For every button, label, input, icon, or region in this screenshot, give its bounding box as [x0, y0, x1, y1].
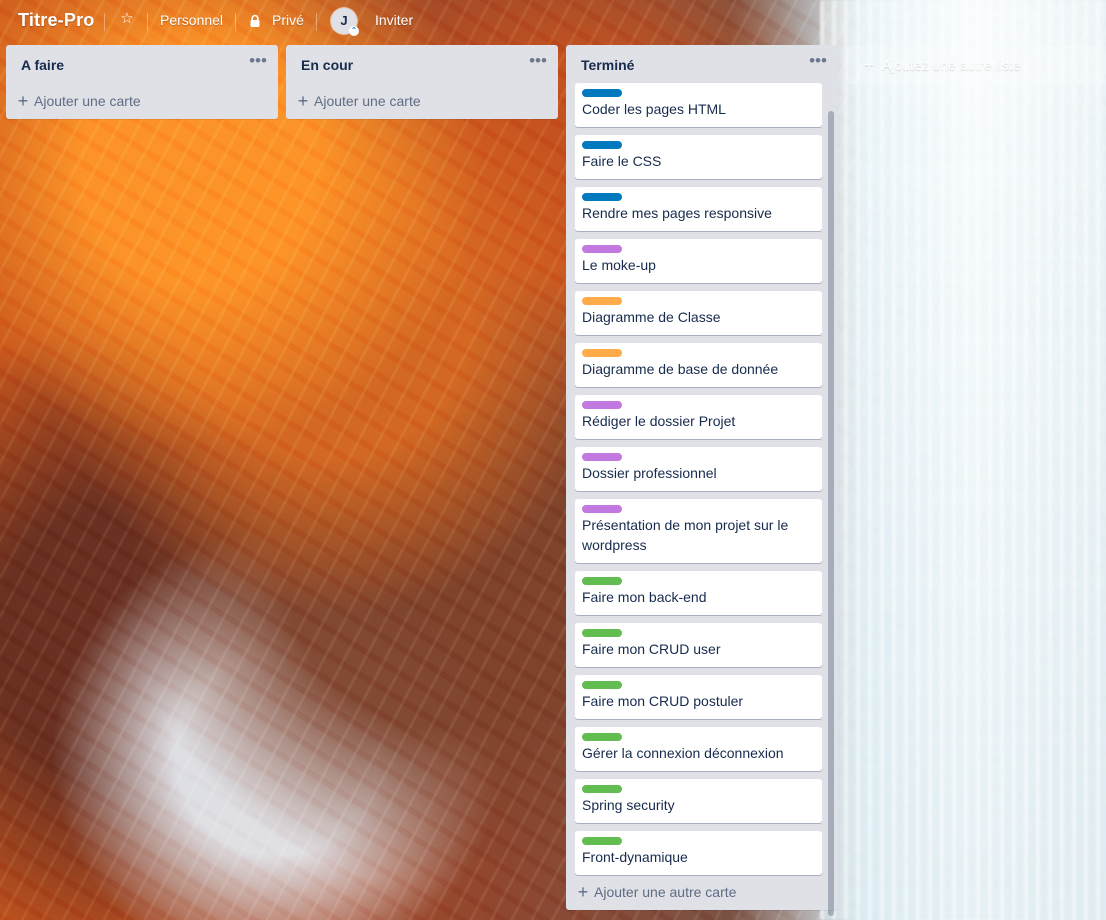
- plus-icon: +: [297, 91, 309, 111]
- card-title: Le moke-up: [582, 257, 656, 273]
- card[interactable]: Coder les pages HTML: [575, 83, 822, 127]
- list-menu-icon[interactable]: •••: [808, 52, 828, 70]
- list-title[interactable]: Terminé: [581, 57, 634, 73]
- add-card-button[interactable]: + Ajouter une carte: [296, 92, 421, 110]
- plus-icon: +: [863, 54, 875, 75]
- list-scrollbar[interactable]: [828, 111, 834, 916]
- card[interactable]: Front-dynamique: [575, 831, 822, 875]
- card[interactable]: Rédiger le dossier Projet: [575, 395, 822, 439]
- header-divider: [147, 13, 148, 31]
- card-label: [582, 245, 622, 253]
- star-icon[interactable]: ☆: [118, 10, 136, 28]
- list-a-faire: A faire ••• + Ajouter une carte: [6, 45, 278, 119]
- card-label: [582, 577, 622, 585]
- card-title: Spring security: [582, 797, 675, 813]
- header-divider: [104, 13, 105, 31]
- card[interactable]: Le moke-up: [575, 239, 822, 283]
- card-title: Rédiger le dossier Projet: [582, 413, 736, 429]
- invite-button[interactable]: Inviter: [375, 12, 413, 28]
- card[interactable]: Faire mon back-end: [575, 571, 822, 615]
- add-card-label: Ajouter une carte: [34, 93, 141, 109]
- admin-badge-icon: ⌃: [349, 26, 359, 36]
- list-termine: Terminé ••• Coder les pages HTML Faire l…: [566, 45, 838, 916]
- add-another-card-button[interactable]: + Ajouter une autre carte: [576, 882, 737, 902]
- card-label: [582, 453, 622, 461]
- card-title: Faire le CSS: [582, 153, 662, 169]
- card[interactable]: Spring security: [575, 779, 822, 823]
- card-title: Diagramme de Classe: [582, 309, 721, 325]
- plus-icon: +: [17, 91, 29, 111]
- card-label: [582, 505, 622, 513]
- card-label: [582, 837, 622, 845]
- privacy-button[interactable]: Privé: [272, 12, 304, 28]
- card-title: Diagramme de base de donnée: [582, 361, 779, 377]
- board-header: Titre-Pro ☆ Personnel Privé J ⌃ Inviter: [0, 0, 1106, 44]
- card[interactable]: Faire le CSS: [575, 135, 822, 179]
- avatar[interactable]: J ⌃: [331, 8, 359, 36]
- scrollbar-thumb[interactable]: [828, 111, 834, 916]
- card[interactable]: Dossier professionnel: [575, 447, 822, 491]
- card-title: Faire mon CRUD postuler: [582, 693, 744, 709]
- avatar-initial: J: [340, 13, 348, 28]
- plus-icon: +: [577, 882, 589, 902]
- card-label: [582, 141, 622, 149]
- card-title: Coder les pages HTML: [582, 101, 726, 117]
- card-title: Gérer la connexion déconnexion: [582, 745, 784, 761]
- team-visibility-button[interactable]: Personnel: [160, 12, 223, 28]
- board-background: Titre-Pro ☆ Personnel Privé J ⌃ Inviter …: [0, 0, 1106, 920]
- list-en-cour: En cour ••• + Ajouter une carte: [286, 45, 558, 119]
- card[interactable]: Faire mon CRUD postuler: [575, 675, 822, 719]
- list-menu-icon[interactable]: •••: [248, 52, 268, 70]
- card-label: [582, 733, 622, 741]
- card-title: Dossier professionnel: [582, 465, 717, 481]
- add-card-label: Ajouter une autre carte: [594, 884, 737, 900]
- card[interactable]: Faire mon CRUD user: [575, 623, 822, 667]
- card-title: Faire mon back-end: [582, 589, 707, 605]
- card[interactable]: Présentation de mon projet sur le wordpr…: [575, 499, 822, 563]
- card-label: [582, 401, 622, 409]
- list-title[interactable]: En cour: [301, 57, 353, 73]
- list-title[interactable]: A faire: [21, 57, 64, 73]
- card-title: Front-dynamique: [582, 849, 688, 865]
- add-card-button[interactable]: + Ajouter une carte: [16, 92, 141, 110]
- card-label: [582, 193, 622, 201]
- card-title: Rendre mes pages responsive: [582, 205, 772, 221]
- header-divider: [235, 13, 236, 31]
- card-label: [582, 89, 622, 97]
- card[interactable]: Rendre mes pages responsive: [575, 187, 822, 231]
- add-card-label: Ajouter une carte: [314, 93, 421, 109]
- card-label: [582, 629, 622, 637]
- card-label: [582, 349, 622, 357]
- card-label: [582, 785, 622, 793]
- card-label: [582, 681, 622, 689]
- card-title: Faire mon CRUD user: [582, 641, 721, 657]
- add-list-button[interactable]: + Ajoutez une autre liste: [846, 45, 1106, 84]
- card[interactable]: Diagramme de base de donnée: [575, 343, 822, 387]
- header-divider: [316, 13, 317, 31]
- lock-icon: [250, 14, 260, 27]
- board-title[interactable]: Titre-Pro: [18, 10, 94, 31]
- card-title: Présentation de mon projet sur le wordpr…: [582, 517, 789, 553]
- add-list-label: Ajoutez une autre liste: [882, 56, 1021, 73]
- list-menu-icon[interactable]: •••: [528, 52, 548, 70]
- card-label: [582, 297, 622, 305]
- card[interactable]: Diagramme de Classe: [575, 291, 822, 335]
- card[interactable]: Gérer la connexion déconnexion: [575, 727, 822, 771]
